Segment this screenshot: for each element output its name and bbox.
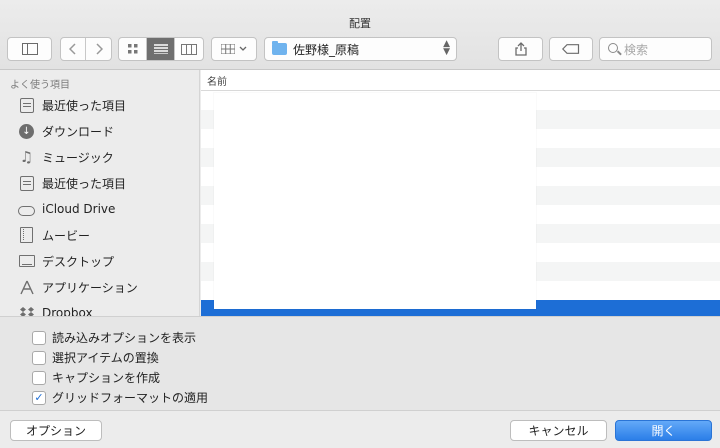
share-icon [514, 42, 527, 56]
download-icon: ↓ [17, 123, 36, 139]
sidebar-item-label: iCloud Drive [42, 202, 116, 216]
column-header-name[interactable]: 名前 [201, 70, 720, 91]
file-list: 名前 [201, 70, 720, 316]
nav-segment [60, 37, 112, 61]
open-button[interactable]: 開く [615, 420, 712, 441]
path-selector[interactable]: 佐野様_原稿 ▲ ▼ [264, 37, 457, 61]
search-field[interactable]: 検索 [599, 37, 712, 61]
movies-icon [17, 227, 36, 243]
tag-button[interactable] [549, 37, 593, 61]
columns-icon [181, 43, 197, 55]
sidebar-icon [21, 43, 38, 55]
folder-icon [272, 41, 287, 55]
forward-button[interactable] [86, 38, 111, 60]
dialog-footer: オプション キャンセル 開く [0, 410, 720, 448]
option-replace-selected[interactable]: 選択アイテムの置換 [32, 349, 159, 366]
column-view-button[interactable] [175, 38, 203, 60]
sidebar-item-desktop[interactable]: デスクトップ [0, 248, 199, 274]
checkbox[interactable] [32, 350, 46, 365]
tag-icon [562, 44, 580, 54]
checkbox[interactable] [32, 330, 46, 345]
desktop-icon [17, 253, 36, 269]
music-icon: ♫ [19, 148, 34, 166]
sidebar-toggle-button[interactable] [7, 37, 52, 61]
sidebar-section-title: よく使う項目 [10, 80, 70, 91]
toolbar: 配置 佐野様_原稿 ▲ ▼ 検索 [0, 0, 720, 70]
list-icon [153, 44, 168, 54]
icon-view-button[interactable] [119, 38, 147, 60]
checkmark-icon: ✓ [34, 391, 44, 404]
view-mode-segment [118, 37, 204, 61]
recents-icon [17, 175, 36, 191]
sidebar-item-label: ムービー [42, 228, 91, 243]
option-label: グリッドフォーマットの適用 [52, 391, 209, 405]
sidebar-item-label: 最近使った項目 [42, 176, 127, 191]
checkbox-checked[interactable]: ✓ [32, 390, 46, 405]
option-show-import-options[interactable]: 読み込みオプションを表示 [32, 329, 196, 346]
option-label: 読み込みオプションを表示 [52, 331, 197, 345]
search-icon [608, 43, 618, 53]
options-button[interactable]: オプション [10, 420, 102, 441]
blank-overlay [214, 93, 536, 309]
sidebar-item-recents[interactable]: 最近使った項目 [0, 92, 199, 118]
sidebar-item-dropbox[interactable]: Dropbox [0, 300, 199, 316]
back-button[interactable] [61, 38, 86, 60]
chevron-right-icon [95, 43, 103, 55]
sidebar: よく使う項目 最近使った項目 ↓ ダウンロード ♫ ミュージック 最近使った項目… [0, 70, 200, 316]
sidebar-item-label: 最近使った項目 [42, 98, 127, 113]
sidebar-item-label: アプリケーション [42, 280, 138, 295]
updown-chevron-icon: ▲ ▼ [443, 39, 450, 57]
list-view-button[interactable] [147, 38, 175, 60]
share-button[interactable] [498, 37, 543, 61]
chevron-left-icon [69, 43, 76, 55]
chevron-down-icon [239, 46, 247, 51]
group-grid-icon [221, 44, 235, 54]
sidebar-item-movies[interactable]: ムービー [0, 222, 199, 248]
sidebar-item-music[interactable]: ♫ ミュージック [0, 144, 199, 170]
sidebar-item-label: ミュージック [42, 150, 114, 165]
option-apply-grid-format[interactable]: ✓ グリッドフォーマットの適用 [32, 389, 208, 406]
dropbox-icon [17, 305, 36, 316]
sidebar-item-label: ダウンロード [42, 124, 115, 139]
cancel-button[interactable]: キャンセル [510, 420, 607, 441]
sidebar-item-recents-2[interactable]: 最近使った項目 [0, 170, 199, 196]
window-title: 配置 [349, 17, 371, 30]
sidebar-item-label: デスクトップ [42, 254, 115, 269]
option-create-caption[interactable]: キャプションを作成 [32, 369, 160, 386]
search-placeholder: 検索 [624, 42, 649, 57]
options-panel: 読み込みオプションを表示 選択アイテムの置換 キャプションを作成 ✓ グリッドフ… [0, 316, 720, 410]
sidebar-item-label: Dropbox [42, 306, 93, 316]
path-folder-name: 佐野様_原稿 [293, 42, 360, 57]
checkbox[interactable] [32, 370, 46, 385]
sidebar-item-applications[interactable]: アプリケーション [0, 274, 199, 300]
sidebar-item-downloads[interactable]: ↓ ダウンロード [0, 118, 199, 144]
grid-icon [127, 44, 137, 54]
applications-icon [17, 279, 36, 295]
cloud-icon [17, 201, 36, 217]
sidebar-item-icloud-drive[interactable]: iCloud Drive [0, 196, 199, 222]
option-label: 選択アイテムの置換 [52, 351, 159, 365]
option-label: キャプションを作成 [52, 371, 161, 385]
recents-icon [17, 97, 36, 113]
group-menu-button[interactable] [211, 37, 257, 61]
